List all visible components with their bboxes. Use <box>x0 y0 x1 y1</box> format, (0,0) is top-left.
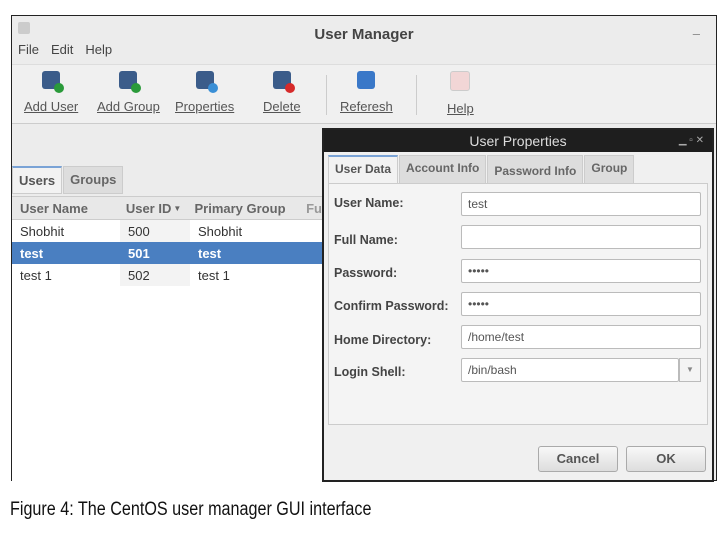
main-tabs: Users Groups <box>12 166 124 194</box>
ok-button[interactable]: OK <box>626 446 706 472</box>
properties-button[interactable]: Properties <box>175 69 234 114</box>
dialog-tabs: User Data Account Info Password Info Gro… <box>328 155 635 184</box>
window-title: User Manager <box>314 26 414 43</box>
properties-label: Properties <box>175 99 235 114</box>
tab-account-info[interactable]: Account Info <box>399 155 487 184</box>
delete-button[interactable]: Delete <box>263 69 301 114</box>
help-icon <box>450 71 471 91</box>
col-primary-group[interactable]: Primary Group <box>186 201 302 216</box>
toolbar-separator <box>416 75 417 115</box>
dropdown-arrow-icon[interactable]: ▼ <box>679 358 701 382</box>
cell-primary-group: Shobhit <box>198 223 243 239</box>
add-user-icon <box>42 71 65 93</box>
tab-password-info[interactable]: Password Info <box>487 155 584 184</box>
sort-down-icon: ▼ <box>173 203 182 213</box>
table-row[interactable]: Shobhit 500 Shobhit <box>12 220 322 242</box>
help-button[interactable]: Help <box>447 69 474 116</box>
delete-label: Delete <box>263 99 301 114</box>
help-label: Help <box>447 101 474 116</box>
dialog-title: User Properties <box>469 133 567 149</box>
add-group-label: Add Group <box>97 99 160 114</box>
add-user-button[interactable]: Add User <box>24 69 78 114</box>
full-name-label: Full Name: <box>334 233 398 247</box>
tab-users[interactable]: Users <box>12 166 63 194</box>
tab-user-data[interactable]: User Data <box>328 155 399 184</box>
confirm-password-input[interactable]: ••••• <box>461 292 701 316</box>
refresh-label: Referesh <box>340 99 393 114</box>
cell-primary-group: test 1 <box>198 267 230 283</box>
minimize-button[interactable]: – <box>693 26 700 41</box>
col-user-id[interactable]: User ID ▼ <box>117 197 187 219</box>
user-properties-dialog: User Properties ▁ ▫ ✕ User Data Account … <box>322 128 714 482</box>
toolbar: Add User Add Group Properties Delete Ref… <box>12 64 716 124</box>
full-name-input[interactable] <box>461 225 701 249</box>
delete-icon <box>272 71 295 93</box>
user-data-panel: User Name: test Full Name: Password: •••… <box>328 183 708 425</box>
login-shell-combo[interactable]: /bin/bash <box>461 358 679 382</box>
tab-groups[interactable]: Groups <box>63 166 124 194</box>
users-table: User Name User ID ▼ Primary Group Fu Shob… <box>12 196 322 481</box>
user-name-input[interactable]: test <box>461 192 701 216</box>
home-directory-input[interactable]: /home/test <box>461 325 701 349</box>
user-name-label: User Name: <box>334 196 404 210</box>
cell-user-id: 502 <box>120 264 190 286</box>
cell-user-name: Shobhit <box>20 223 65 239</box>
add-user-label: Add User <box>24 99 79 114</box>
cell-user-name: test 1 <box>20 267 52 283</box>
password-input[interactable]: ••••• <box>461 259 701 283</box>
col-user-name[interactable]: User Name <box>12 201 118 216</box>
properties-icon <box>195 71 218 93</box>
cancel-button[interactable]: Cancel <box>538 446 618 472</box>
cell-primary-group: test <box>198 245 222 261</box>
refresh-icon <box>357 71 376 89</box>
window-controls-icon[interactable]: ▁ ▫ ✕ <box>679 130 704 152</box>
menu-bar: File Edit Help <box>18 42 112 57</box>
figure-caption: Figure 4: The CentOS user manager GUI in… <box>10 499 372 520</box>
tab-group[interactable]: Group <box>584 155 635 184</box>
login-shell-label: Login Shell: <box>334 365 406 379</box>
table-row[interactable]: test 1 502 test 1 <box>12 264 322 286</box>
toolbar-separator <box>326 75 327 115</box>
confirm-password-label: Confirm Password: <box>334 299 449 313</box>
menu-help[interactable]: Help <box>85 42 112 57</box>
table-row-selected[interactable]: test 501 test <box>12 242 322 264</box>
add-group-icon <box>119 71 142 93</box>
menu-edit[interactable]: Edit <box>51 42 73 57</box>
home-directory-label: Home Directory: <box>334 333 432 347</box>
menu-file[interactable]: File <box>18 42 39 57</box>
dialog-titlebar[interactable]: User Properties ▁ ▫ ✕ <box>324 130 712 152</box>
refresh-button[interactable]: Referesh <box>340 69 393 114</box>
cell-user-id: 500 <box>120 220 190 242</box>
col-full-name[interactable]: Fu <box>302 201 322 216</box>
cell-user-name: test <box>20 245 44 261</box>
add-group-button[interactable]: Add Group <box>97 69 160 114</box>
col-user-id-label: User ID <box>125 200 172 216</box>
cell-user-id: 501 <box>120 242 190 264</box>
table-header: User Name User ID ▼ Primary Group Fu <box>12 197 322 220</box>
password-label: Password: <box>334 266 398 280</box>
